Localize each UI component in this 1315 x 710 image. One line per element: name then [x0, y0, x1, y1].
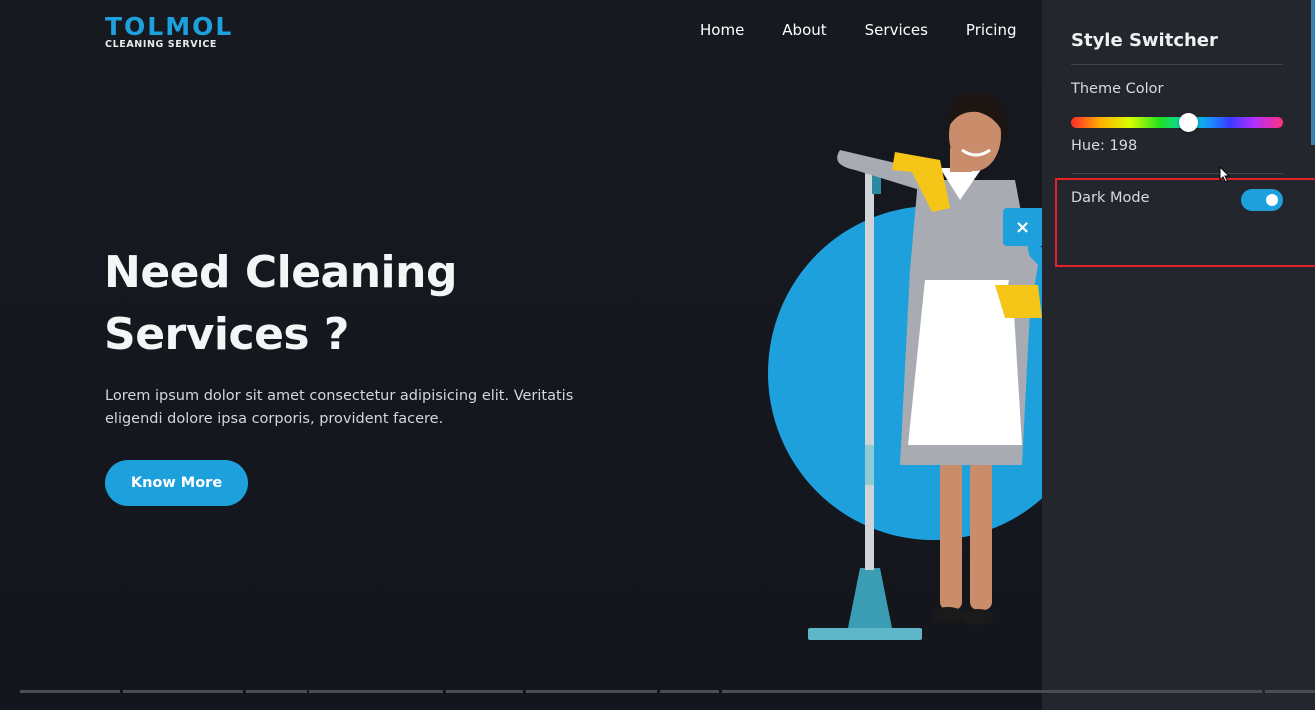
timeline-segment: [1265, 690, 1315, 693]
style-switcher-panel: Style Switcher Theme Color Hue: 198 Dark…: [1042, 0, 1315, 710]
hue-slider[interactable]: [1071, 113, 1283, 132]
cleaning-lady-illustration: [808, 93, 1042, 640]
logo[interactable]: TOLMOL CLEANING SERVICE: [105, 14, 233, 50]
video-timeline[interactable]: [0, 690, 1315, 693]
timeline-segment: [309, 690, 443, 693]
nav-about[interactable]: About: [782, 20, 826, 40]
hue-slider-thumb[interactable]: [1178, 113, 1198, 132]
timeline-segment: [246, 690, 307, 693]
divider: [1071, 64, 1283, 65]
scrollbar[interactable]: [1311, 0, 1315, 145]
timeline-segment: [660, 690, 719, 693]
divider: [1071, 173, 1283, 174]
nav-services[interactable]: Services: [865, 20, 928, 40]
logo-subtitle: CLEANING SERVICE: [105, 39, 218, 50]
know-more-button[interactable]: Know More: [105, 460, 248, 506]
timeline-segment: [722, 690, 1262, 693]
nav-pricing[interactable]: Pricing: [966, 20, 1017, 40]
timeline-segment: [526, 690, 657, 693]
close-icon[interactable]: ×: [1003, 208, 1042, 246]
cursor-icon: [1219, 166, 1231, 183]
logo-text: TOLMOL: [105, 12, 234, 41]
timeline-segment: [20, 690, 120, 693]
hero-description: Lorem ipsum dolor sit amet consectetur a…: [105, 388, 574, 427]
timeline-segment: [123, 690, 243, 693]
annotation-highlight-box: [1055, 178, 1315, 267]
hero-title: Need Cleaning Services ?: [104, 247, 457, 360]
main-page: TOLMOL CLEANING SERVICE Home About Servi…: [0, 0, 1042, 710]
theme-color-label: Theme Color: [1071, 81, 1164, 97]
panel-title: Style Switcher: [1071, 30, 1218, 51]
timeline-segment: [446, 690, 523, 693]
main-nav: Home About Services Pricing: [700, 20, 1042, 40]
nav-home[interactable]: Home: [700, 20, 744, 40]
hue-value-label: Hue: 198: [1071, 138, 1138, 154]
